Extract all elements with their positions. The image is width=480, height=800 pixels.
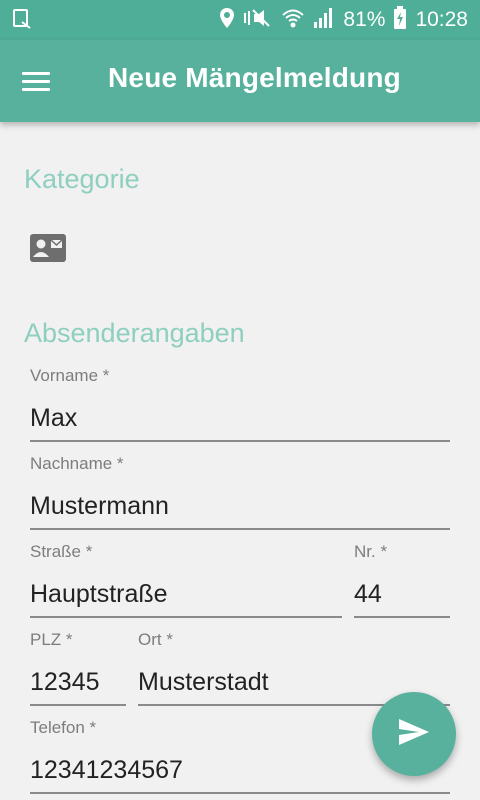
send-icon [397,717,431,752]
phone-value[interactable]: 12341234567 [30,756,183,785]
house-number-underline [354,616,450,618]
screenshot-icon [12,8,32,30]
wifi-icon [281,7,305,34]
first-name-value[interactable]: Max [30,404,77,433]
page-title: Neue Mängelmeldung [108,62,401,93]
clock: 10:28 [415,8,468,31]
house-number-value[interactable]: 44 [354,580,382,609]
vibrate-icon [243,7,273,34]
menu-icon[interactable] [18,64,54,100]
send-button[interactable] [372,692,456,776]
first-name-field[interactable]: Vorname * Max [30,366,450,444]
city-label: Ort * [138,630,173,649]
phone-underline [30,792,450,794]
street-field[interactable]: Straße * Hauptstraße [30,542,342,620]
street-value[interactable]: Hauptstraße [30,580,168,609]
status-bar: 81% 10:28 [0,0,480,40]
house-number-field[interactable]: Nr. * 44 [354,542,450,620]
last-name-underline [30,528,450,530]
zip-value[interactable]: 12345 [30,668,100,697]
last-name-label: Nachname * [30,454,124,473]
last-name-field[interactable]: Nachname * Mustermann [30,454,450,532]
app-bar: Neue Mängelmeldung [0,40,480,122]
house-number-label: Nr. * [354,542,388,561]
zip-label: PLZ * [30,630,73,649]
zip-underline [30,704,126,706]
last-name-value[interactable]: Mustermann [30,492,169,521]
first-name-underline [30,440,450,442]
battery-percent: 81% [343,8,386,31]
battery-icon [393,5,407,35]
contact-card-icon[interactable] [30,234,66,262]
street-underline [30,616,342,618]
city-value[interactable]: Musterstadt [138,668,269,697]
first-name-label: Vorname * [30,366,110,385]
section-title-sender: Absenderangaben [24,318,245,348]
location-icon [219,7,235,34]
signal-icon [313,7,335,34]
phone-label: Telefon * [30,718,97,737]
section-title-category: Kategorie [24,164,140,194]
street-label: Straße * [30,542,93,561]
zip-field[interactable]: PLZ * 12345 [30,630,126,708]
